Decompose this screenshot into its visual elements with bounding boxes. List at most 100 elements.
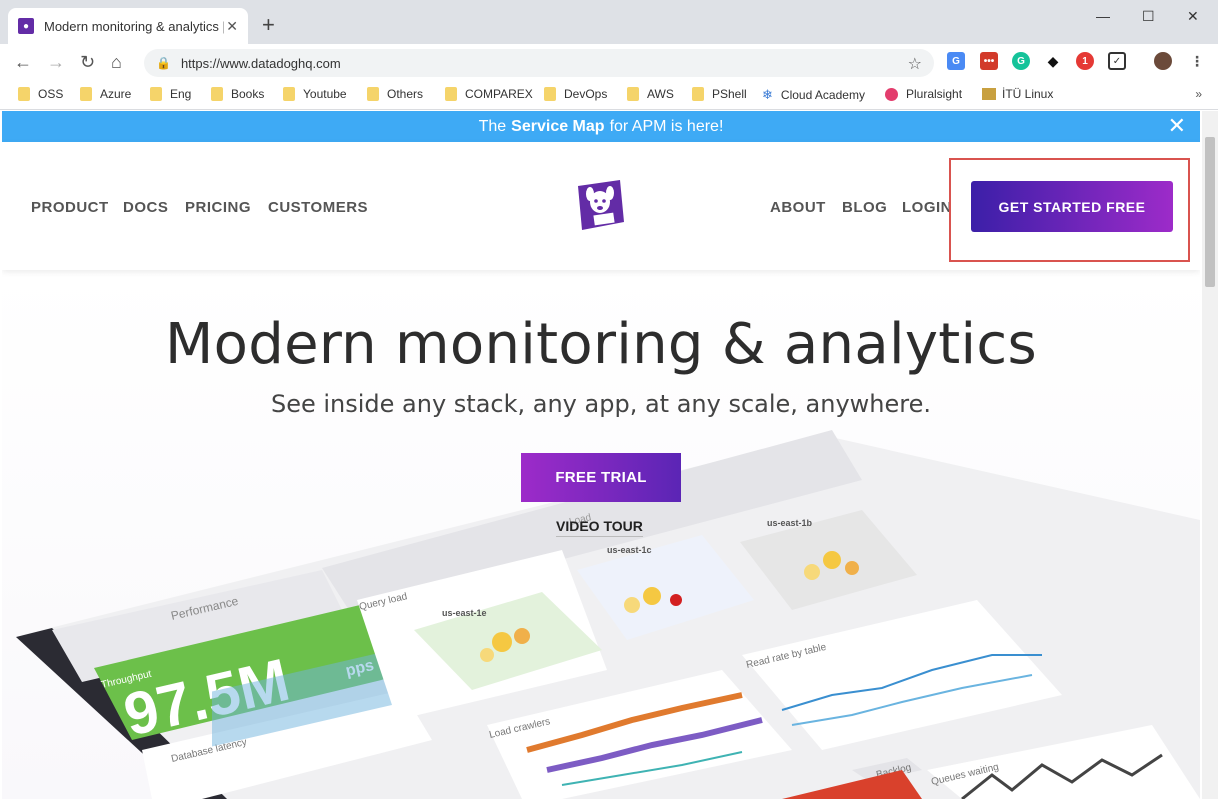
- nav-blog[interactable]: BLOG: [842, 199, 887, 216]
- bookmark-label: Azure: [100, 87, 132, 101]
- scrollbar-thumb[interactable]: [1205, 137, 1215, 287]
- bookmark-item[interactable]: DevOps: [544, 87, 607, 101]
- bookmark-item[interactable]: Youtube: [283, 87, 347, 101]
- folder-icon: [150, 87, 162, 101]
- new-tab-button[interactable]: +: [262, 14, 275, 36]
- bookmark-item[interactable]: Books: [211, 87, 264, 101]
- hero-subtitle: See inside any stack, any app, at any sc…: [270, 390, 932, 418]
- menu-icon[interactable]: ⋮: [1188, 52, 1206, 70]
- hex-cell: [804, 564, 820, 580]
- nav-product[interactable]: PRODUCT: [31, 199, 109, 216]
- browser-toolbar: ← → ↻ ⌂ 🔒 https://www.datadoghq.com ☆: [0, 44, 1218, 82]
- folder-icon: [445, 87, 457, 101]
- extension-icon[interactable]: •••: [980, 52, 998, 70]
- bookmark-item[interactable]: OSS: [18, 87, 63, 101]
- bookmark-item[interactable]: AWS: [627, 87, 674, 101]
- bookmark-item[interactable]: Pluralsight: [885, 87, 962, 101]
- bookmark-item[interactable]: Others: [367, 87, 423, 101]
- hex-cell: [643, 587, 661, 605]
- grammarly-icon[interactable]: G: [1012, 52, 1030, 70]
- zone-label: us-east-1e: [442, 608, 487, 618]
- minimize-icon[interactable]: —: [1096, 8, 1110, 24]
- site-navigation: PRODUCT DOCS PRICING CUSTOMERS ABOUT BLO…: [2, 142, 1200, 270]
- hex-cell: [480, 648, 494, 662]
- bookmark-item[interactable]: Eng: [150, 87, 191, 101]
- pluralsight-icon: [885, 87, 898, 101]
- web-page: Performance Throughput 97.5M pps Databas…: [2, 111, 1200, 799]
- folder-icon: [544, 87, 556, 101]
- nav-pricing[interactable]: PRICING: [185, 199, 251, 216]
- profile-avatar[interactable]: [1154, 52, 1172, 70]
- hex-cell: [670, 594, 682, 606]
- close-banner-icon[interactable]: ✕: [1168, 114, 1186, 138]
- bookmark-label: Books: [231, 87, 265, 101]
- itu-icon: [982, 88, 996, 100]
- nav-login[interactable]: LOGIN: [902, 199, 952, 216]
- hex-cell: [845, 561, 859, 575]
- zone-label: us-east-1b: [767, 518, 813, 528]
- translate-extension-icon[interactable]: G: [947, 52, 965, 70]
- bookmark-label: DevOps: [564, 87, 608, 101]
- address-bar[interactable]: 🔒 https://www.datadoghq.com ☆: [144, 49, 934, 77]
- home-icon[interactable]: ⌂: [111, 52, 122, 72]
- browser-titlebar: ● Modern monitoring & analytics | ✕ + — …: [0, 0, 1218, 44]
- highlight-box: [949, 158, 1190, 262]
- bookmark-label: PShell: [712, 87, 747, 101]
- bookmark-label: Others: [387, 87, 424, 101]
- bookmark-label: Pluralsight: [906, 87, 963, 101]
- more-bookmarks-icon[interactable]: »: [1195, 87, 1202, 101]
- free-trial-button[interactable]: FREE TRIAL: [521, 453, 681, 502]
- bookmark-item[interactable]: ❄ Cloud Academy: [762, 87, 865, 103]
- folder-icon: [692, 87, 704, 101]
- bookmark-item[interactable]: Azure: [80, 87, 131, 101]
- datadog-logo-icon[interactable]: [576, 180, 624, 230]
- banner-highlight: Service Map: [511, 117, 605, 135]
- folder-icon: [80, 87, 92, 101]
- hero-title: Modern monitoring & analytics: [165, 312, 1037, 377]
- announcement-banner[interactable]: The Service Map for APM is here! ✕: [2, 111, 1200, 142]
- bookmark-label: Eng: [170, 87, 192, 101]
- video-tour-link[interactable]: VIDEO TOUR: [556, 518, 643, 537]
- banner-suffix: for APM is here!: [609, 117, 724, 135]
- reload-icon[interactable]: ↻: [80, 52, 95, 72]
- bookmarks-bar: OSS Azure Eng Books Youtube Others COMPA…: [0, 82, 1218, 110]
- hex-cell: [624, 597, 640, 613]
- close-window-icon[interactable]: ✕: [1187, 8, 1199, 25]
- bookmark-label: OSS: [38, 87, 64, 101]
- bookmark-item[interactable]: COMPAREX: [445, 87, 533, 101]
- folder-icon: [211, 87, 223, 101]
- bookmark-label: İTÜ Linux: [1002, 87, 1054, 101]
- close-tab-icon[interactable]: ✕: [226, 18, 238, 35]
- cloud-academy-icon: ❄: [762, 87, 773, 102]
- hex-cell: [514, 628, 530, 644]
- nav-customers[interactable]: CUSTOMERS: [268, 199, 368, 216]
- bookmark-item[interactable]: PShell: [692, 87, 747, 101]
- bookmark-label: Youtube: [303, 87, 347, 101]
- tab-title: Modern monitoring & analytics |: [44, 18, 224, 34]
- lock-icon: 🔒: [156, 56, 171, 70]
- bookmark-label: AWS: [647, 87, 674, 101]
- hex-cell: [492, 632, 512, 652]
- hex-cell: [823, 551, 841, 569]
- banner-prefix: The: [478, 117, 507, 135]
- fish-extension-icon[interactable]: ◆: [1044, 52, 1062, 70]
- nav-about[interactable]: ABOUT: [770, 199, 826, 216]
- folder-icon: [367, 87, 379, 101]
- bookmark-item[interactable]: İTÜ Linux: [982, 87, 1053, 101]
- bookmark-label: Cloud Academy: [780, 88, 865, 102]
- pocket-icon[interactable]: ✓: [1108, 52, 1126, 70]
- folder-icon: [283, 87, 295, 101]
- url-text: https://www.datadoghq.com: [180, 55, 341, 71]
- datadog-favicon-icon: ●: [18, 18, 34, 34]
- maximize-icon[interactable]: ☐: [1142, 8, 1155, 25]
- browser-tab[interactable]: ● Modern monitoring & analytics | ✕: [8, 8, 248, 44]
- bookmark-label: COMPAREX: [465, 87, 533, 101]
- page-scrollbar[interactable]: [1202, 111, 1218, 799]
- nav-docs[interactable]: DOCS: [123, 199, 168, 216]
- extension-badge: 1: [1082, 55, 1088, 67]
- forward-icon[interactable]: →: [47, 52, 65, 72]
- bookmark-star-icon[interactable]: ☆: [908, 54, 922, 74]
- notification-extension-icon[interactable]: 1: [1076, 52, 1094, 70]
- back-icon[interactable]: ←: [14, 52, 32, 72]
- folder-icon: [18, 87, 30, 101]
